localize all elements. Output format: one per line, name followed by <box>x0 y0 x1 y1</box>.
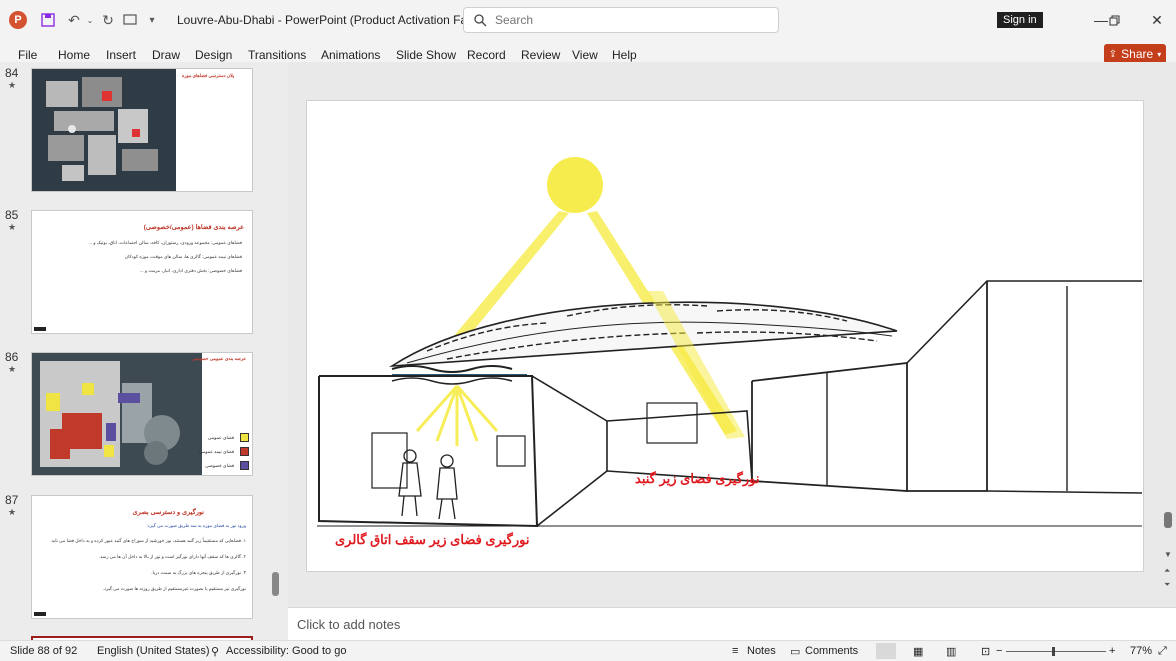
share-label: Share <box>1121 47 1154 61</box>
present-icon[interactable] <box>119 9 141 31</box>
slide-thumbnail-84[interactable]: پلان دسترسی فضاهای موزه <box>31 68 253 192</box>
search-box[interactable] <box>463 7 779 33</box>
undo-dropdown-icon[interactable]: ⌄ <box>85 9 95 31</box>
slide-editor: نورگیری فضای زیر گنبد نورگیری فضای زیر س… <box>288 62 1176 607</box>
window-title: Louvre-Abu-Dhabi - PowerPoint (Product A… <box>177 13 478 27</box>
accessibility-icon[interactable]: ⚲ <box>211 645 219 658</box>
tab-insert[interactable]: Insert <box>106 48 136 62</box>
tab-home[interactable]: Home <box>58 48 90 62</box>
thumb-line: فضاهای نیمه عمومی: گالری ها، سالن های مو… <box>124 254 242 259</box>
notes-pane[interactable]: Click to add notes <box>288 607 1176 640</box>
title-bar: P ↶ ⌄ ↻ ▾ Louvre-Abu-Dhabi - PowerPoint … <box>0 0 1176 40</box>
notes-icon[interactable]: ≡ <box>732 645 738 657</box>
editor-scrollbar-thumb[interactable] <box>1164 512 1172 528</box>
zoom-out-icon[interactable]: − <box>996 645 1002 657</box>
plan-drawing <box>32 69 176 191</box>
thumb-title: نورگیری و دسترسی بصری <box>132 509 204 516</box>
zoom-level[interactable]: 77% <box>1130 645 1152 657</box>
thumbnail-scrollbar[interactable] <box>272 572 279 596</box>
thumb-line: ۲. گالری ها که سقف آنها دارای نورگیر است… <box>98 554 246 559</box>
tab-file[interactable]: File <box>18 48 37 62</box>
comments-toggle[interactable]: Comments <box>805 645 858 657</box>
legend-label: فضای خصوصی <box>205 463 234 468</box>
slide-footer-bar <box>34 327 46 331</box>
fit-to-window-icon[interactable]: ⤢ <box>1158 645 1167 658</box>
slide-thumbnail-86[interactable]: عرصه بندی عمومی خصوصی فضای عمومی فضای نی… <box>31 352 253 476</box>
animation-star-icon: ★ <box>8 364 17 374</box>
thumb-line: ۳. نورگیری از طریق پنجره های بزرگ به سمت… <box>151 570 246 575</box>
accessibility-status[interactable]: Accessibility: Good to go <box>226 645 346 657</box>
thumb-title: عرصه بندی فضاها (عمومی/خصوصی) <box>143 224 244 231</box>
redo-icon[interactable]: ↻ <box>97 9 119 31</box>
slide-number: 84 <box>5 66 19 80</box>
slide-thumbnail-pane[interactable]: 84 ★ پلان دسترسی فضاهای موزه 85 ★ عرصه ب… <box>0 62 288 640</box>
previous-slide-icon[interactable]: ⏶ <box>1164 566 1170 576</box>
animation-star-icon: ★ <box>8 222 17 232</box>
close-icon[interactable]: ✕ <box>1142 10 1172 30</box>
save-icon[interactable] <box>37 9 59 31</box>
legend-label: فضای نیمه عمومی <box>199 449 234 454</box>
notes-toggle[interactable]: Notes <box>747 645 776 657</box>
thumb-title: عرصه بندی عمومی خصوصی <box>192 356 246 361</box>
slide-thumbnail-85[interactable]: عرصه بندی فضاها (عمومی/خصوصی) فضاهای عمو… <box>31 210 253 334</box>
scroll-down-icon[interactable]: ▼ <box>1164 550 1172 559</box>
thumb-line: نورگیری نیز مستقیم یا بصورت غیرمستقیم از… <box>102 586 246 591</box>
gallery-lighting-caption[interactable]: نورگیری فضای زیر سقف اتاق گالری <box>335 532 530 548</box>
undo-icon[interactable]: ↶ <box>63 9 85 31</box>
slide-sorter-icon[interactable]: ▦ <box>913 645 923 658</box>
tab-slide-show[interactable]: Slide Show <box>396 48 456 62</box>
legend-swatch <box>240 433 249 442</box>
slide-canvas[interactable]: نورگیری فضای زیر گنبد نورگیری فضای زیر س… <box>306 100 1144 572</box>
language-indicator[interactable]: English (United States) <box>97 645 210 657</box>
tab-draw[interactable]: Draw <box>152 48 180 62</box>
powerpoint-logo-icon: P <box>9 11 27 29</box>
customize-qat-icon[interactable]: ▾ <box>141 9 163 31</box>
tab-transitions[interactable]: Transitions <box>248 48 306 62</box>
sign-in-button[interactable]: Sign in <box>997 12 1043 28</box>
share-button[interactable]: ⇪ Share ▾ <box>1104 44 1166 64</box>
tab-record[interactable]: Record <box>467 48 506 62</box>
reading-view-icon[interactable]: ▥ <box>946 645 956 658</box>
search-input[interactable] <box>495 13 755 27</box>
tab-design[interactable]: Design <box>195 48 232 62</box>
tab-animations[interactable]: Animations <box>321 48 380 62</box>
slide-footer-bar <box>34 612 46 616</box>
tab-help[interactable]: Help <box>612 48 637 62</box>
tab-view[interactable]: View <box>572 48 598 62</box>
next-slide-icon[interactable]: ⏷ <box>1164 580 1170 590</box>
legend-swatch <box>240 461 249 470</box>
restore-icon[interactable] <box>1099 10 1129 30</box>
thumb-title: پلان دسترسی فضاهای موزه <box>182 73 235 78</box>
thumb-line: فضاهای عمومی: مجموعه ورودی، رستوران، کاف… <box>88 240 242 245</box>
slide-number: 86 <box>5 350 19 364</box>
status-bar: Slide 88 of 92 English (United States) ⚲… <box>0 640 1176 661</box>
share-icon: ⇪ <box>1108 48 1118 60</box>
zoom-in-icon[interactable]: + <box>1109 645 1115 657</box>
comments-icon[interactable]: ▭ <box>790 645 800 658</box>
chevron-down-icon: ▾ <box>1157 49 1162 59</box>
zoom-slider[interactable] <box>1006 651 1106 652</box>
animation-star-icon: ★ <box>8 80 17 90</box>
slide-counter: Slide 88 of 92 <box>10 645 78 657</box>
louvre-section-sketch <box>317 157 1143 528</box>
zoom-slider-thumb[interactable] <box>1052 647 1055 656</box>
animation-star-icon: ★ <box>8 507 17 517</box>
slide-number: 87 <box>5 493 19 507</box>
slide-number: 85 <box>5 208 19 222</box>
slideshow-icon[interactable]: ⊡ <box>981 645 990 658</box>
thumb-line: فضاهای خصوصی: بخش دفتری اداری، انبار، مر… <box>139 268 242 273</box>
legend-label: فضای عمومی <box>208 435 234 440</box>
thumb-line: ۱. فضاهایی که مستقیماً زیر گنبد هستند، ن… <box>50 538 246 543</box>
notes-placeholder[interactable]: Click to add notes <box>297 617 400 632</box>
legend-swatch <box>240 447 249 456</box>
slide-thumbnail-87[interactable]: نورگیری و دسترسی بصری ورود نور به فضای م… <box>31 495 253 619</box>
tab-review[interactable]: Review <box>521 48 560 62</box>
dome-lighting-caption[interactable]: نورگیری فضای زیر گنبد <box>635 471 759 487</box>
normal-view-icon[interactable] <box>876 643 896 659</box>
thumb-line: ورود نور به فضای موزه به سه طریق صورت می… <box>146 523 246 528</box>
zoning-plan-drawing <box>32 353 202 475</box>
search-icon <box>474 13 487 26</box>
